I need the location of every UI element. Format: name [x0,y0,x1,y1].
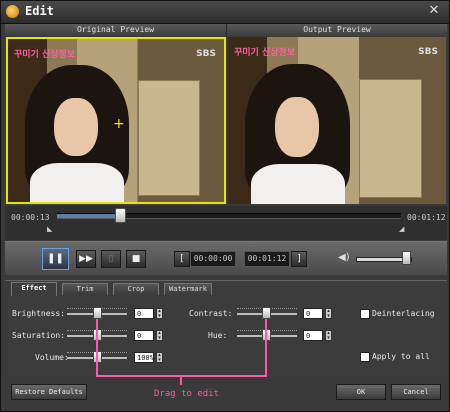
saturation-spinner[interactable]: ▴ ▾ [156,330,163,341]
annotation-line [96,319,98,376]
hue-spinner[interactable]: ▴ ▾ [325,330,332,341]
volume-label: Volume: [35,353,69,362]
brightness-field[interactable]: 0 [134,308,154,319]
contrast-label: Contrast: [189,309,233,318]
apply-to-all-label: Apply to all [372,352,430,361]
apply-to-all-checkbox[interactable] [360,352,370,362]
cancel-button[interactable]: Cancel [391,384,441,400]
hue-field[interactable]: 0 [303,330,323,341]
channel-logo: SBS [196,49,216,59]
seek-thumb[interactable] [114,208,126,223]
ok-button[interactable]: OK [336,384,386,400]
total-time: 00:01:12 [407,213,446,222]
start-time-field[interactable]: 00:00:00 [190,251,236,267]
tab-watermark[interactable]: Watermark [164,283,212,295]
annotation-line [265,319,267,376]
crosshair-icon: + [113,116,125,132]
hue-label: Hue: [208,331,228,340]
annotation-line [180,375,182,385]
saturation-field[interactable]: 0 [134,330,154,341]
seek-track[interactable] [57,213,401,219]
original-preview-video[interactable]: 꾸미기 신상정보 SBS + [6,37,226,204]
contrast-field[interactable]: 0 [303,308,323,319]
tab-trim[interactable]: Trim [62,283,108,295]
tab-crop[interactable]: Crop [113,283,159,295]
video-caption: 꾸미기 신상정보 [234,48,296,58]
close-icon[interactable]: ✕ [425,3,443,19]
volume-thumb[interactable] [402,251,411,265]
output-preview-video: 꾸미기 신상정보 SBS [228,37,446,204]
drag-to-edit-annotation: Drag to edit [154,389,220,399]
stop-button[interactable]: ■ [126,250,146,268]
brightness-thumb[interactable] [93,307,102,319]
fast-forward-button[interactable]: ▶▶ [76,250,96,268]
brightness-label: Brightness: [12,309,65,318]
saturation-label: Saturation: [12,331,65,340]
deinterlacing-label: Deinterlacing [372,309,435,318]
title-bar: Edit ✕ [1,1,449,24]
contrast-thumb[interactable] [262,307,271,319]
volume-effect-spinner[interactable]: ▴ ▾ [156,352,163,363]
channel-logo: SBS [418,47,438,57]
timeline-panel [5,206,447,240]
set-end-button[interactable]: ] [291,251,307,267]
deinterlacing-checkbox[interactable] [360,309,370,319]
current-time: 00:00:13 [11,213,50,222]
volume-icon[interactable]: ◀) [338,252,350,263]
start-marker-icon[interactable]: ◣ [47,225,52,233]
tab-effect[interactable]: Effect [11,282,57,296]
restore-defaults-button[interactable]: Restore Defaults [11,384,87,400]
end-time-field[interactable]: 00:01:12 [244,251,290,267]
person-image [245,50,351,204]
volume-effect-field[interactable]: 100% [134,352,154,363]
app-logo-icon [6,5,19,18]
original-preview-label: Original Preview [5,24,227,36]
end-marker-icon[interactable]: ◢ [399,225,404,233]
set-start-button[interactable]: [ [174,251,190,267]
pause-button[interactable]: ❚❚ [42,248,69,270]
video-caption: 꾸미기 신상정보 [14,50,76,60]
brightness-spinner[interactable]: ▴ ▾ [156,308,163,319]
edit-window: Edit ✕ Original Preview Output Preview 꾸… [0,0,450,412]
window-title: Edit [25,4,54,18]
contrast-spinner[interactable]: ▴ ▾ [325,308,332,319]
snapshot-button[interactable]: ▯ [101,250,121,268]
output-preview-label: Output Preview [227,24,447,36]
